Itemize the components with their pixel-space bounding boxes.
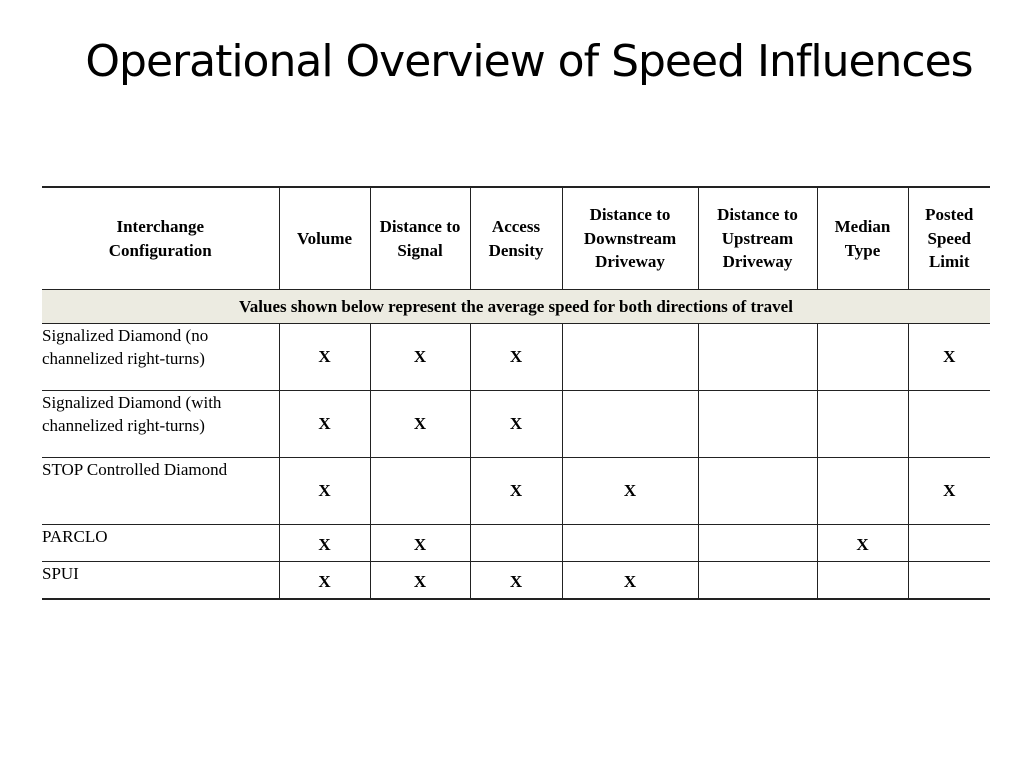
row-config-label: STOP Controlled Diamond	[42, 457, 280, 525]
cell-upstream-driveway	[697, 323, 818, 391]
cell-distance-to-signal: X	[369, 390, 471, 458]
table-row: SPUI X X X X	[42, 561, 990, 600]
header-distance-to-upstream-driveway: Distance to Upstream Driveway	[697, 186, 818, 290]
cell-posted-speed-limit: X	[907, 323, 990, 391]
row-config-label: Signalized Diamond (no channelized right…	[42, 323, 280, 391]
cell-access-density	[469, 524, 563, 562]
row-config-label: SPUI	[42, 561, 280, 600]
cell-distance-to-signal	[369, 457, 471, 525]
header-distance-to-signal: Distance to Signal	[369, 186, 471, 290]
cell-downstream-driveway	[561, 524, 699, 562]
cell-access-density: X	[469, 323, 563, 391]
cell-posted-speed-limit	[907, 390, 990, 458]
cell-distance-to-signal: X	[369, 524, 471, 562]
cell-upstream-driveway	[697, 561, 818, 600]
cell-upstream-driveway	[697, 457, 818, 525]
cell-access-density: X	[469, 457, 563, 525]
cell-median-type	[816, 323, 909, 391]
header-posted-speed-limit: Posted Speed Limit	[907, 186, 990, 290]
cell-volume: X	[278, 524, 371, 562]
table-row: STOP Controlled Diamond X X X X	[42, 457, 990, 525]
header-distance-to-downstream-driveway: Distance to Downstream Driveway	[561, 186, 699, 290]
header-access-density: Access Density	[469, 186, 563, 290]
cell-upstream-driveway	[697, 390, 818, 458]
cell-distance-to-signal: X	[369, 561, 471, 600]
cell-volume: X	[278, 457, 371, 525]
cell-downstream-driveway	[561, 323, 699, 391]
cell-posted-speed-limit: X	[907, 457, 990, 525]
cell-volume: X	[278, 390, 371, 458]
cell-access-density: X	[469, 390, 563, 458]
cell-posted-speed-limit	[907, 561, 990, 600]
banner-row: Values shown below represent the average…	[42, 289, 990, 324]
cell-downstream-driveway: X	[561, 457, 699, 525]
row-config-label: Signalized Diamond (with channelized rig…	[42, 390, 280, 458]
average-speed-note: Values shown below represent the average…	[42, 289, 990, 324]
cell-distance-to-signal: X	[369, 323, 471, 391]
row-config-label: PARCLO	[42, 524, 280, 562]
cell-median-type	[816, 457, 909, 525]
header-volume: Volume	[278, 186, 371, 290]
cell-median-type: X	[816, 524, 909, 562]
cell-posted-speed-limit	[907, 524, 990, 562]
table-row: Signalized Diamond (no channelized right…	[42, 323, 990, 391]
cell-median-type	[816, 561, 909, 600]
cell-downstream-driveway: X	[561, 561, 699, 600]
header-row: Interchange Configuration Volume Distanc…	[42, 186, 990, 290]
cell-median-type	[816, 390, 909, 458]
header-median-type: Median Type	[816, 186, 909, 290]
speed-influences-table: Interchange Configuration Volume Distanc…	[42, 186, 990, 600]
cell-volume: X	[278, 323, 371, 391]
table-row: Signalized Diamond (with channelized rig…	[42, 390, 990, 458]
cell-downstream-driveway	[561, 390, 699, 458]
cell-upstream-driveway	[697, 524, 818, 562]
cell-volume: X	[278, 561, 371, 600]
cell-access-density: X	[469, 561, 563, 600]
table-row: PARCLO X X X	[42, 524, 990, 562]
slide-title: Operational Overview of Speed Influences	[85, 36, 973, 87]
header-interchange-configuration: Interchange Configuration	[42, 186, 280, 290]
